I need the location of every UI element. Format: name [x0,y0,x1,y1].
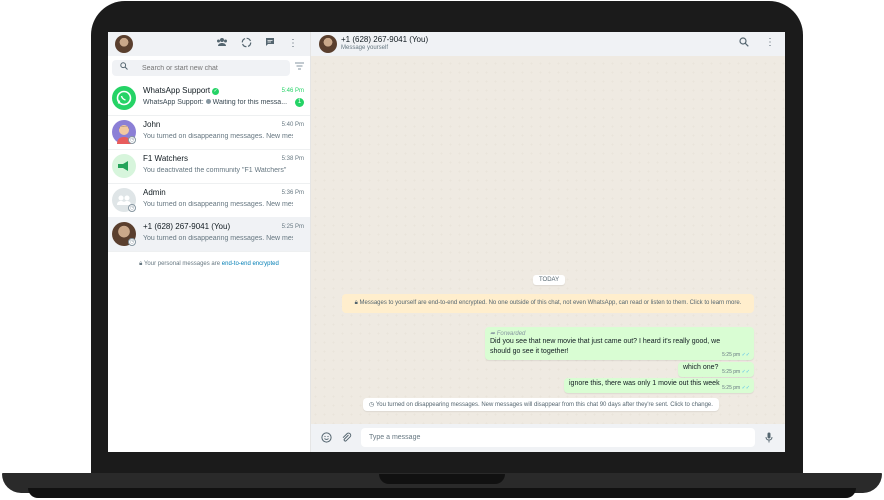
chat-item-john[interactable]: ◷ John 5:40 Pm You turned on disappearin… [108,115,310,150]
filter-icon[interactable] [295,62,304,72]
timer-icon: ◷ [128,204,136,212]
message-text: Did you see that new movie that just cam… [490,338,721,355]
search-icon [120,62,128,72]
new-chat-icon[interactable] [263,37,277,51]
chat-name: Admin [143,188,166,197]
chat-preview: You turned on disappearing messages. New… [143,201,293,208]
chat-time: 5:40 Pm [281,122,304,128]
search-input[interactable] [142,61,282,75]
profile-avatar[interactable] [115,35,133,53]
chat-name: +1 (628) 267-9041 (You) [143,222,231,231]
conversation-subtitle: Message yourself [341,45,389,51]
conversation-title: +1 (628) 267-9041 (You) [341,35,429,44]
message-bubble[interactable]: ignore this, there was only 1 movie out … [564,378,754,393]
megaphone-icon [118,161,128,171]
encryption-note: 🔒︎ Your personal messages are end-to-end… [139,261,279,267]
conversation-header[interactable]: +1 (628) 267-9041 (You) Message yourself… [311,32,785,56]
chat-item-self[interactable]: ◷ +1 (628) 267-9041 (You) 5:25 Pm You tu… [108,217,310,252]
verified-icon: ✓ [212,88,220,95]
emoji-icon[interactable] [321,432,332,446]
status-icon[interactable] [239,37,253,51]
chat-preview: You turned on disappearing messages. New… [143,133,293,140]
sidebar-header: ⋮ [108,32,310,56]
message-input[interactable] [361,428,755,447]
chat-item-f1-watchers[interactable]: F1 Watchers 5:38 Pm You deactivated the … [108,149,310,184]
message-text: ignore this, there was only 1 movie out … [569,380,720,387]
laptop-base-shadow [28,488,856,498]
message-text: which one? [683,364,719,371]
encryption-link[interactable]: end-to-end encrypted [222,261,279,267]
chat-preview: You turned on disappearing messages. New… [143,235,293,242]
read-receipt-icon: ✓✓ [741,385,750,391]
app-window: ⋮ WhatsApp Support✓ 5:46 Pm WhatsApp Sup… [108,32,785,452]
chat-time: 5:46 Pm [281,88,304,94]
timer-icon: ◷ [128,136,136,144]
chat-name: F1 Watchers [143,154,189,163]
chat-item-admin[interactable]: ◷ Admin 5:36 Pm You turned on disappeari… [108,183,310,218]
read-receipt-icon: ✓✓ [741,352,750,358]
chat-time: 5:36 Pm [281,190,304,196]
timer-icon: ◷ [369,402,375,408]
chat-preview: WhatsApp Support: Waiting for this messa… [143,99,288,106]
avatar [112,154,136,178]
whatsapp-logo-icon [116,90,132,106]
community-icon[interactable] [215,37,229,51]
menu-icon[interactable]: ⋮ [286,37,300,51]
message-bubble[interactable]: ➦ Forwarded Did you see that new movie t… [485,327,754,360]
chat-time: 5:38 Pm [281,156,304,162]
mic-icon[interactable] [765,432,773,446]
message-bubble[interactable]: which one? 5:25 pm ✓✓ [678,362,754,377]
message-meta: 5:25 pm ✓✓ [722,369,750,375]
search-box[interactable] [112,60,290,76]
chat-item-whatsapp-support[interactable]: WhatsApp Support ✓ 5:46 Pm WhatsApp Suppo… [108,81,310,116]
lock-icon: 🔒︎ [354,300,358,306]
encryption-notice[interactable]: 🔒︎ Messages to yourself are end-to-end e… [342,294,754,313]
chat-preview: You deactivated the community "F1 Watche… [143,167,287,174]
contact-avatar[interactable] [319,35,337,53]
chat-name: WhatsApp Support ✓ [143,86,220,95]
laptop-notch [379,474,505,484]
chat-list-pane: ⋮ WhatsApp Support✓ 5:46 Pm WhatsApp Sup… [108,32,311,452]
lock-icon: 🔒︎ [139,261,143,267]
forwarded-label: ➦ Forwarded [490,331,526,337]
date-divider: TODAY [533,275,566,285]
composer [311,424,785,452]
conversation-pane: +1 (628) 267-9041 (You) Message yourself… [311,32,785,452]
avatar [112,86,136,110]
search-icon[interactable] [739,37,749,50]
attach-icon[interactable] [341,432,352,446]
clock-icon [205,99,211,104]
disappearing-notice[interactable]: ◷ You turned on disappearing messages. N… [363,398,719,411]
chat-name: John [143,120,161,129]
chat-time: 5:25 Pm [281,224,304,230]
menu-icon[interactable]: ⋮ [765,37,775,48]
message-meta: 5:25 pm ✓✓ [722,352,750,358]
read-receipt-icon: ✓✓ [741,369,750,375]
unread-badge: 1 [295,98,304,107]
timer-icon: ◷ [128,238,136,246]
message-meta: 5:25 pm ✓✓ [722,385,750,391]
